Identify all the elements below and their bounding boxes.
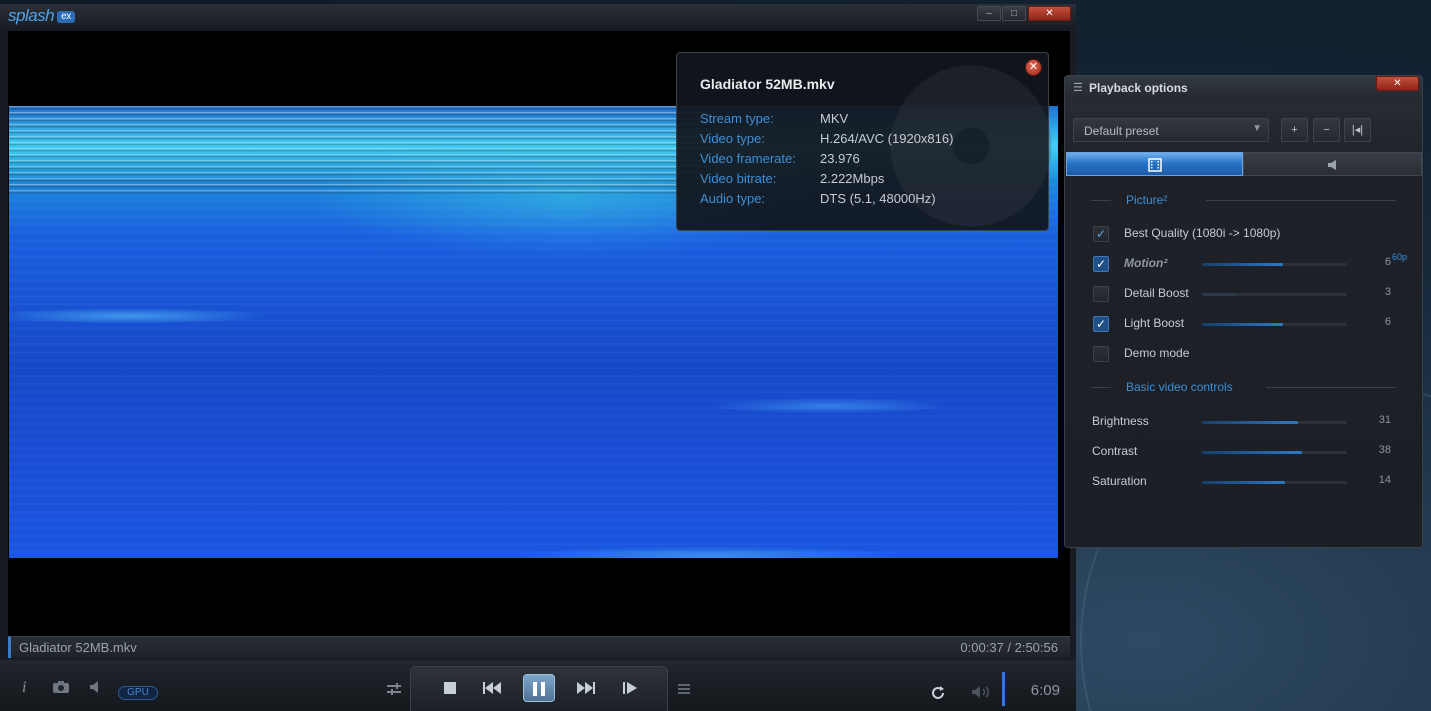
motion-slider[interactable]	[1202, 263, 1347, 266]
title-bar[interactable]: splash ex – □ ✕	[0, 4, 1076, 28]
repeat-icon[interactable]	[929, 684, 947, 702]
demo-mode-option[interactable]: Demo mode	[1093, 345, 1403, 363]
playback-options-panel: ☰ Playback options ✕ Default preset ▼ + …	[1064, 75, 1423, 548]
panel-close-button[interactable]: ✕	[1376, 76, 1419, 91]
minimize-button[interactable]: –	[977, 6, 1001, 21]
stop-icon[interactable]	[435, 674, 465, 702]
checkbox[interactable]	[1093, 346, 1109, 362]
saturation-control: Saturation 14	[1092, 474, 1391, 488]
info-row: Video bitrate: 2.222Mbps	[700, 171, 885, 186]
maximize-button[interactable]: □	[1002, 6, 1026, 21]
audio-tab[interactable]	[1243, 152, 1422, 176]
media-info-popup: Gladiator 52MB.mkv ✕ Stream type: MKV Vid…	[676, 52, 1056, 231]
video-tab[interactable]	[1066, 152, 1243, 176]
chevron-down-icon: ▼	[1252, 123, 1262, 134]
light-boost-slider[interactable]	[1202, 323, 1347, 326]
gpu-badge[interactable]: GPU	[118, 686, 158, 700]
volume-icon[interactable]	[970, 684, 994, 700]
contrast-control: Contrast 38	[1092, 444, 1391, 458]
playlist-icon[interactable]	[676, 682, 692, 696]
options-tabs	[1066, 152, 1422, 176]
detail-boost-option[interactable]: Detail Boost 3	[1093, 285, 1403, 303]
control-bar: i GPU 6:09	[0, 660, 1076, 711]
checkbox[interactable]: ✓	[1093, 226, 1109, 242]
picture-section: Picture²	[1091, 193, 1396, 207]
saturation-slider[interactable]	[1202, 481, 1347, 484]
sliders-icon: ☰	[1073, 82, 1083, 94]
equalizer-icon[interactable]	[384, 681, 406, 697]
add-preset-button[interactable]: +	[1281, 118, 1308, 142]
clock: 6:09	[1030, 682, 1060, 699]
speaker-icon[interactable]	[88, 680, 102, 694]
remove-preset-button[interactable]: −	[1313, 118, 1340, 142]
transport-controls	[410, 666, 668, 711]
close-button[interactable]: ✕	[1028, 6, 1071, 21]
detail-boost-slider[interactable]	[1202, 293, 1347, 296]
light-boost-option[interactable]: ✓ Light Boost 6	[1093, 315, 1403, 333]
compare-preset-button[interactable]: |◂|	[1344, 118, 1371, 142]
info-icon[interactable]: i	[22, 679, 26, 697]
popup-title: Gladiator 52MB.mkv	[700, 76, 835, 92]
panel-title: Playback options	[1089, 81, 1188, 95]
preset-dropdown[interactable]: Default preset ▼	[1073, 118, 1269, 142]
time-display: 0:00:37 / 2:50:56	[960, 640, 1058, 655]
app-logo: splash ex	[8, 6, 75, 26]
close-icon[interactable]: ✕	[1025, 59, 1042, 76]
contrast-slider[interactable]	[1202, 451, 1347, 454]
panel-header[interactable]: ☰ Playback options ✕	[1065, 76, 1422, 100]
basic-controls-section: Basic video controls	[1091, 380, 1396, 394]
checkbox[interactable]: ✓	[1093, 316, 1109, 332]
frame-step-icon[interactable]	[615, 674, 645, 702]
brightness-slider[interactable]	[1202, 421, 1347, 424]
info-row: Stream type: MKV	[700, 111, 849, 126]
speaker-tab-icon	[1327, 160, 1336, 170]
checkbox[interactable]	[1093, 286, 1109, 302]
status-bar: Gladiator 52MB.mkv 0:00:37 / 2:50:56	[8, 636, 1070, 658]
brightness-control: Brightness 31	[1092, 414, 1391, 428]
previous-icon[interactable]	[477, 674, 507, 702]
next-icon[interactable]	[571, 674, 601, 702]
info-row: Audio type: DTS (5.1, 48000Hz)	[700, 191, 936, 206]
volume-slider[interactable]	[1002, 672, 1005, 706]
motion-option[interactable]: ✓ Motion² 6 60p	[1093, 252, 1407, 273]
pause-icon[interactable]	[523, 674, 555, 702]
info-row: Video type: H.264/AVC (1920x816)	[700, 131, 954, 146]
checkbox[interactable]: ✓	[1093, 256, 1109, 272]
info-row: Video framerate: 23.976	[700, 151, 860, 166]
best-quality-option[interactable]: ✓ Best Quality (1080i -> 1080p)	[1093, 225, 1403, 243]
film-icon	[1147, 158, 1162, 172]
camera-icon[interactable]	[52, 680, 70, 694]
file-name: Gladiator 52MB.mkv	[19, 640, 137, 655]
